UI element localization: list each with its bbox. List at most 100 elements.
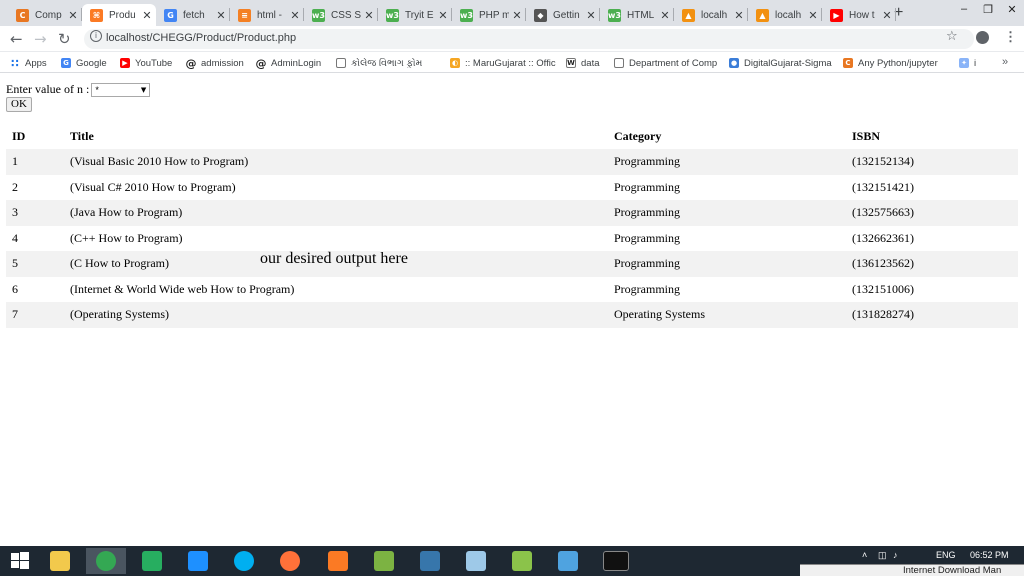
language-indicator[interactable]: ENG <box>936 550 956 560</box>
forward-arrow-icon[interactable]: → <box>34 30 47 48</box>
cell-isbn: (132151421) <box>852 179 914 194</box>
browser-tab[interactable]: ▲ localh ✕ <box>748 4 822 26</box>
browser-tab[interactable]: ◆ Gettin ✕ <box>526 4 600 26</box>
chrome-icon[interactable] <box>86 548 126 574</box>
site-info-icon[interactable]: i <box>90 30 102 42</box>
table-row: 1 (Visual Basic 2010 How to Program) Progr… <box>6 149 1018 175</box>
restore-button[interactable]: ❐ <box>976 0 1000 18</box>
tab-title: How t <box>849 9 875 21</box>
xampp-icon[interactable] <box>318 548 358 574</box>
start-icon[interactable] <box>0 548 40 574</box>
chegg-icon: C <box>843 58 853 68</box>
close-tab-icon[interactable]: ✕ <box>586 9 596 22</box>
close-tab-icon[interactable]: ✕ <box>512 9 522 22</box>
bookmark-item[interactable]: ▶ YouTube <box>120 57 180 69</box>
menu-dots-icon[interactable]: ⋮ <box>1004 29 1017 45</box>
remote-desktop-icon[interactable] <box>548 548 588 574</box>
browser-tab[interactable]: w3 PHP m ✕ <box>452 4 526 26</box>
bookmark-item[interactable]: Department of Comp <box>614 57 720 69</box>
n-form: Enter value of n : * ▼ <box>6 82 151 97</box>
bookmark-item[interactable]: C Any Python/jupyter <box>843 57 951 69</box>
google-icon: G <box>164 8 177 22</box>
bookmark-star-icon[interactable]: ☆ <box>946 29 958 44</box>
cell-title: (Operating Systems) <box>64 302 608 328</box>
command-prompt-icon[interactable] <box>596 548 636 574</box>
page-icon <box>336 58 346 68</box>
idm-notification[interactable]: Internet Download Man <box>800 564 1024 576</box>
firefox-icon[interactable] <box>270 548 310 574</box>
cell-id: 5 <box>6 251 64 277</box>
url-text[interactable]: localhost/CHEGG/Product/Product.php <box>106 32 296 44</box>
profile-avatar-icon[interactable] <box>976 31 989 44</box>
n-select[interactable]: * ▼ <box>91 82 151 97</box>
ok-button[interactable]: OK <box>6 97 32 112</box>
xampp-icon-glyph <box>328 551 348 571</box>
skype-icon[interactable] <box>224 548 264 574</box>
tray-chevron-icon[interactable]: ˄ <box>862 550 867 560</box>
bookmark-label: AdminLogin <box>271 57 322 69</box>
browser-tab[interactable]: C Comp ✕ <box>8 4 82 26</box>
close-tab-icon[interactable]: ✕ <box>68 9 78 22</box>
close-tab-icon[interactable]: ✕ <box>438 9 448 22</box>
bookmark-label: DigitalGujarat-Sigma <box>744 57 832 69</box>
browser-tab[interactable]: ⌘ Produ ✕ <box>82 4 156 26</box>
cell-id: 6 <box>12 281 18 296</box>
clock-time[interactable]: 06:52 PM <box>970 550 1009 560</box>
header-category: Category <box>614 129 662 143</box>
close-tab-icon[interactable]: ✕ <box>660 9 670 22</box>
products-table: ID Title Category ISBN 1 (Visual Basic 20… <box>6 124 1018 328</box>
browser-tab[interactable]: ≡ html - ✕ <box>230 4 304 26</box>
chart-app-icon-glyph <box>512 551 532 571</box>
header-id: ID <box>12 129 26 143</box>
python-icon[interactable] <box>410 548 450 574</box>
back-arrow-icon[interactable]: ← <box>10 30 23 48</box>
start-icon-glyph <box>10 551 30 571</box>
bookmarks-bar: ∷ Apps G Google ▶ YouTube @ admission @ AdminLogi… <box>0 53 1024 73</box>
w3schools-icon: w3 <box>608 8 621 22</box>
internet-explorer-icon[interactable] <box>178 548 218 574</box>
phpmyadmin-icon: ▲ <box>756 8 769 22</box>
network-icon[interactable]: ◫ <box>878 550 887 561</box>
close-window-button[interactable]: ✕ <box>1000 0 1024 18</box>
bookmark-item[interactable]: @ AdminLogin <box>256 57 330 69</box>
table-row: 3 (Java How to Program) Programming (132575… <box>6 200 1018 226</box>
browser-tab[interactable]: ▲ localh ✕ <box>674 4 748 26</box>
network-tool-icon[interactable] <box>364 548 404 574</box>
store-icon[interactable] <box>132 548 172 574</box>
bookmark-item[interactable]: ✦ i <box>959 57 981 69</box>
browser-tab[interactable]: w3 CSS St ✕ <box>304 4 378 26</box>
volume-icon[interactable]: ♪ <box>893 550 898 560</box>
tab-title: localh <box>775 9 802 21</box>
browser-tab[interactable]: w3 HTML ✕ <box>600 4 674 26</box>
bookmark-item[interactable]: G Google <box>61 57 113 69</box>
chart-app-icon[interactable] <box>502 548 542 574</box>
header-title: Title <box>70 129 94 143</box>
close-tab-icon[interactable]: ✕ <box>290 9 300 22</box>
cell-category: Operating Systems <box>608 302 846 328</box>
remote-desktop-icon-glyph <box>558 551 578 571</box>
close-tab-icon[interactable]: ✕ <box>216 9 226 22</box>
close-tab-icon[interactable]: ✕ <box>882 9 892 22</box>
chegg-icon: C <box>16 8 29 22</box>
bookmark-item[interactable]: Wdata <box>566 57 608 69</box>
bookmark-item[interactable]: કોલેજ વિભાગ ફ઼ોમ <box>336 57 444 69</box>
bookmark-item[interactable]: @ admission <box>186 57 250 69</box>
notepad-icon-glyph <box>466 551 486 571</box>
minimize-button[interactable]: – <box>952 0 976 18</box>
browser-tab[interactable]: Gfetch ✕ <box>156 4 230 26</box>
reload-icon[interactable]: ↻ <box>58 30 71 48</box>
bookmark-item[interactable]: ● DigitalGujarat-Sigma <box>729 57 837 69</box>
bookmark-item[interactable]: ∷ Apps <box>10 57 50 69</box>
close-tab-icon[interactable]: ✕ <box>734 9 744 22</box>
close-tab-icon[interactable]: ✕ <box>808 9 818 22</box>
file-explorer-icon[interactable] <box>40 548 80 574</box>
close-tab-icon[interactable]: ✕ <box>142 9 152 22</box>
browser-tab[interactable]: w3 Tryit E ✕ <box>378 4 452 26</box>
close-tab-icon[interactable]: ✕ <box>364 9 374 22</box>
bookmarks-overflow-icon[interactable]: » <box>1002 56 1008 68</box>
bookmark-item[interactable]: ◐:: MaruGujarat :: Offic <box>450 57 558 69</box>
tab-separator <box>895 8 896 21</box>
browser-tab[interactable]: ▶ How t ✕ <box>822 4 896 26</box>
notepad-icon[interactable] <box>456 548 496 574</box>
youtube-icon: ▶ <box>830 8 843 22</box>
